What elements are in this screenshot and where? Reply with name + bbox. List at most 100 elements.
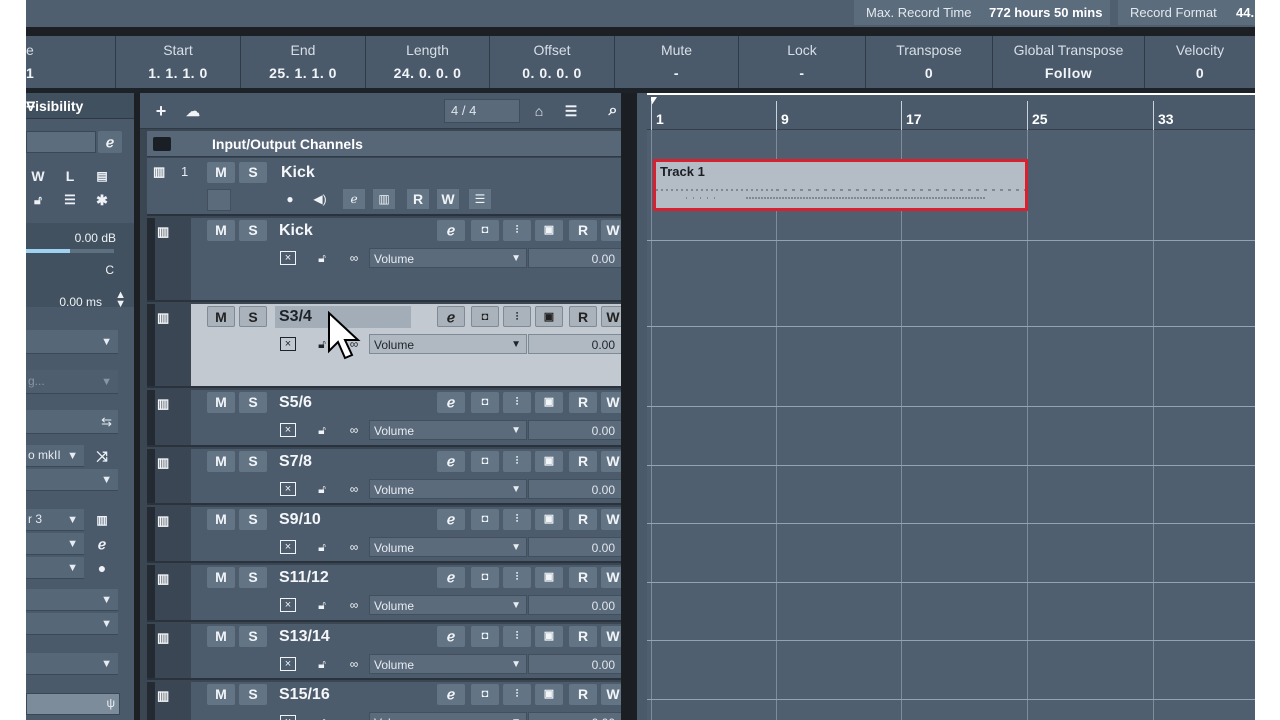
volume-db[interactable]: 0.00 dB [75, 231, 116, 245]
monitor-icon[interactable]: ▣ [535, 220, 563, 241]
insert-icon[interactable]: ◘ [471, 626, 499, 647]
track-list-menu-icon[interactable]: ☰ [558, 99, 584, 123]
lock-icon[interactable]: 🔓︎ [311, 479, 333, 499]
track-name[interactable]: S9/10 [275, 509, 411, 531]
link-icon[interactable]: ∞ [343, 595, 365, 615]
visibility-tab[interactable]: Visibility = [26, 93, 134, 119]
track-name-field[interactable] [26, 131, 96, 153]
monitor-icon[interactable]: ▣ [535, 684, 563, 705]
mute-button[interactable]: M [207, 509, 235, 530]
splitter[interactable] [621, 93, 637, 720]
channel-settings-icon[interactable]: ⫶ [503, 567, 531, 588]
bypass-icon[interactable]: × [280, 598, 296, 612]
read-icon[interactable]: L [58, 165, 82, 187]
link-icon[interactable]: ∞ [343, 248, 365, 268]
track-name[interactable]: S13/14 [275, 626, 411, 648]
add-track-icon[interactable]: + [148, 99, 174, 123]
monitor-icon[interactable]: ▣ [535, 567, 563, 588]
automation-parameter-dropdown[interactable]: Volume ▼ [369, 420, 527, 440]
solo-button[interactable]: S [239, 220, 267, 241]
monitor-icon[interactable]: ◀) [309, 189, 331, 209]
info-cell-global-transpose[interactable]: Global Transpose Follow [993, 36, 1145, 88]
record-format[interactable]: Record Format 44. [1118, 0, 1255, 25]
channel-settings-icon[interactable]: ⫶ [503, 392, 531, 413]
insert-icon[interactable]: ◘ [471, 392, 499, 413]
input-dropdown[interactable]: ⇆ [26, 410, 118, 434]
insert-icon[interactable]: ◘ [471, 451, 499, 472]
bypass-icon[interactable]: × [280, 540, 296, 554]
volume-fader[interactable] [26, 249, 70, 253]
info-cell-mute[interactable]: Mute - [615, 36, 739, 88]
automation-parameter-dropdown[interactable]: Volume ▼ [369, 712, 527, 720]
solo-button[interactable]: S [239, 162, 267, 183]
info-cell-transpose[interactable]: Transpose 0 [866, 36, 993, 88]
insert-icon[interactable]: ◘ [471, 220, 499, 241]
piano-icon[interactable]: ▥ [90, 509, 114, 531]
info-cell-lock[interactable]: Lock - [739, 36, 866, 88]
track-name[interactable]: S5/6 [275, 392, 411, 414]
channel-settings-icon[interactable]: ⫶ [503, 220, 531, 241]
track-name[interactable]: Kick [275, 220, 411, 242]
info-cell-length[interactable]: Length 24. 0. 0. 0 [366, 36, 490, 88]
track-kick-parent[interactable]: ▥ 1 M S Kick ● ◀) ℯ ▥ R W ☰ [147, 158, 634, 216]
monitor-icon[interactable]: ▣ [535, 392, 563, 413]
lock-icon[interactable]: 🔓︎ [311, 248, 333, 268]
lock-icon[interactable]: 🔓︎ [26, 189, 50, 211]
read-button[interactable]: R [569, 392, 597, 413]
record-icon[interactable]: ● [279, 189, 301, 209]
read-button[interactable]: R [569, 684, 597, 705]
read-button[interactable]: R [569, 567, 597, 588]
edit-instrument-icon[interactable]: ℯ [437, 220, 465, 241]
monitor-icon[interactable]: ▣ [535, 509, 563, 530]
list-icon[interactable]: ☰ [469, 189, 491, 209]
lock-icon[interactable]: 🔓︎ [311, 420, 333, 440]
track-s3-4[interactable]: ▥ M S S3/4 ℯ ◘ ⫶ ▣ R W × 🔓︎ ∞ Volume ▼ 0.00 [147, 304, 634, 388]
ruler[interactable]: 1 9 17 25 33 [647, 93, 1255, 132]
section-footer[interactable]: ψ [26, 693, 120, 715]
track-s9-10[interactable]: ▥ M S S9/10 ℯ ◘ ⫶ ▣ R W × 🔓︎ ∞ Volume ▼ 0.00 [147, 507, 634, 563]
read-button[interactable]: R [569, 509, 597, 530]
link-icon[interactable]: ∞ [343, 420, 365, 440]
insert-icon[interactable]: ◘ [471, 509, 499, 530]
track-s13-14[interactable]: ▥ M S S13/14 ℯ ◘ ⫶ ▣ R W × 🔓︎ ∞ Volume ▼ 0.00 [147, 624, 634, 680]
expression-icon[interactable]: ● [90, 557, 114, 579]
edit-icon[interactable]: ℯ [343, 189, 365, 209]
bypass-icon[interactable]: × [280, 715, 296, 720]
write-button[interactable]: W [437, 189, 459, 209]
output-dropdown[interactable]: ▼ [26, 469, 118, 491]
delay-spinner[interactable]: ▲ ▼ [115, 290, 126, 310]
star-icon[interactable]: ✱ [90, 189, 114, 211]
faded-dropdown[interactable]: g... ▼ [26, 370, 118, 394]
read-button[interactable]: R [407, 189, 429, 209]
routing-dropdown[interactable]: ▼ [26, 330, 118, 354]
edit-instrument-icon[interactable]: ℯ [437, 567, 465, 588]
automation-value[interactable]: 0.00 [528, 654, 622, 674]
piano-icon[interactable]: ▥ [373, 189, 395, 209]
automation-parameter-dropdown[interactable]: Volume ▼ [369, 595, 527, 615]
track-name[interactable]: S7/8 [275, 451, 411, 473]
read-button[interactable]: R [569, 306, 597, 327]
monitor-icon[interactable]: ▣ [535, 451, 563, 472]
solo-button[interactable]: S [239, 567, 267, 588]
edit-instrument-icon[interactable]: ℯ [98, 131, 122, 153]
read-button[interactable]: R [569, 451, 597, 472]
max-record-time[interactable]: Max. Record Time 772 hours 50 mins [854, 0, 1110, 25]
monitor-icon[interactable]: ▤ [90, 165, 114, 187]
monitor-icon[interactable]: ▣ [535, 306, 563, 327]
edit-instrument-icon[interactable]: ℯ [437, 626, 465, 647]
automation-value[interactable]: 0.00 [528, 420, 622, 440]
lock-icon[interactable]: 🔓︎ [311, 595, 333, 615]
automation-parameter-dropdown[interactable]: Volume ▼ [369, 654, 527, 674]
monitor-icon[interactable]: ▣ [535, 626, 563, 647]
solo-button[interactable]: S [239, 392, 267, 413]
solo-button[interactable]: S [239, 509, 267, 530]
bypass-icon[interactable]: × [280, 482, 296, 496]
write-icon[interactable]: W [26, 165, 50, 187]
lock-icon[interactable]: 🔓︎ [311, 712, 333, 720]
track-name[interactable]: S11/12 [275, 567, 411, 589]
menu-icon[interactable]: = [26, 93, 126, 119]
list-icon[interactable]: ☰ [58, 189, 82, 211]
info-cell-first[interactable]: e1 [26, 36, 116, 88]
automation-parameter-dropdown[interactable]: Volume ▼ [369, 248, 527, 268]
mute-button[interactable]: M [207, 220, 235, 241]
